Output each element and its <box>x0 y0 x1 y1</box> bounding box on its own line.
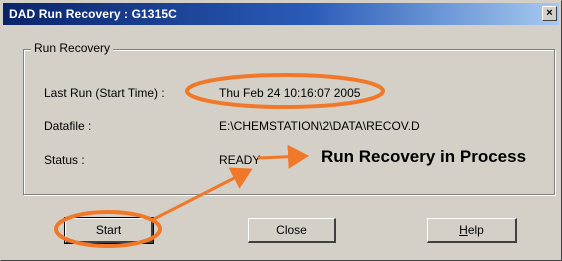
help-label-rest: elp <box>467 223 484 237</box>
datafile-label: Datafile : <box>44 119 92 133</box>
group-label: Run Recovery <box>31 41 114 55</box>
dialog-window: DAD Run Recovery : G1315C × Run Recovery… <box>0 0 562 261</box>
annotation-text: Run Recovery in Process <box>321 147 527 166</box>
title-bar: DAD Run Recovery : G1315C × <box>3 3 559 25</box>
datafile-value: E:\CHEMSTATION\2\DATA\RECOV.D <box>219 119 420 133</box>
status-value: READY <box>219 153 261 167</box>
last-run-label: Last Run (Start Time) : <box>44 86 165 100</box>
last-run-value: Thu Feb 24 10:16:07 2005 <box>219 86 361 100</box>
window-title: DAD Run Recovery : G1315C <box>9 7 177 21</box>
close-button[interactable]: Close <box>248 218 336 243</box>
help-button[interactable]: Help <box>427 218 517 243</box>
status-label: Status : <box>44 153 85 167</box>
close-icon[interactable]: × <box>542 6 557 21</box>
start-button[interactable]: Start <box>64 217 154 244</box>
help-mnemonic: H <box>459 223 468 237</box>
